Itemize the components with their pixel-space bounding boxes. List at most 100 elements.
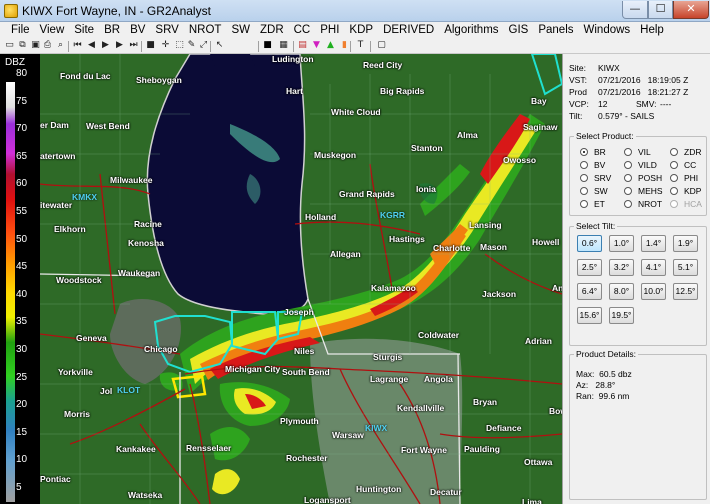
menu-cc[interactable]: CC bbox=[289, 22, 316, 39]
product-radio-kdp[interactable]: KDP bbox=[670, 186, 701, 196]
vst-label: VST: bbox=[569, 75, 587, 85]
product-radio-srv[interactable]: SRV bbox=[580, 173, 611, 183]
next-frame-icon[interactable]: ▶ bbox=[114, 40, 125, 51]
menu-bar: File View Site BR BV SRV NROT SW ZDR CC PHI KDP DERI… bbox=[0, 22, 710, 39]
color-table-icon[interactable]: ▤ bbox=[297, 40, 308, 51]
radar-site-label[interactable]: KMKX bbox=[72, 192, 97, 202]
radar-site-label[interactable]: KLOT bbox=[117, 385, 140, 395]
menu-view[interactable]: View bbox=[35, 22, 70, 39]
tilt-button[interactable]: 8.0° bbox=[609, 283, 634, 300]
product-radio-sw[interactable]: SW bbox=[580, 186, 608, 196]
product-radio-zdr[interactable]: ZDR bbox=[670, 147, 701, 157]
city-label: Huntington bbox=[356, 484, 402, 494]
menu-nrot[interactable]: NROT bbox=[184, 22, 227, 39]
crosshair-icon[interactable]: ✛ bbox=[160, 40, 171, 51]
radio-dot bbox=[670, 161, 678, 169]
menu-sw[interactable]: SW bbox=[226, 22, 255, 39]
tilt-button[interactable]: 3.2° bbox=[609, 259, 634, 276]
zoom-icon[interactable]: ⌕ bbox=[55, 40, 66, 51]
city-label: Saginaw bbox=[523, 122, 558, 132]
tilt-button[interactable]: 0.6° bbox=[577, 235, 602, 252]
city-label: Pontiac bbox=[40, 474, 71, 484]
maximize-button[interactable]: ☐ bbox=[648, 1, 673, 19]
city-label: Michigan City bbox=[225, 364, 281, 374]
tilt-button[interactable]: 19.5° bbox=[609, 307, 634, 324]
menu-srv[interactable]: SRV bbox=[150, 22, 183, 39]
tilt-button[interactable]: 2.5° bbox=[577, 259, 602, 276]
product-radio-label: SW bbox=[594, 186, 608, 196]
city-label: Watseka bbox=[128, 490, 163, 500]
scale-label: 55 bbox=[16, 206, 28, 217]
pointer-icon[interactable]: ↖ bbox=[214, 40, 225, 51]
radio-dot bbox=[624, 161, 632, 169]
product-radio-et[interactable]: ET bbox=[580, 199, 605, 209]
tilt-button[interactable]: 6.4° bbox=[577, 283, 602, 300]
placefile-icon[interactable]: ⬚ bbox=[174, 40, 185, 51]
minimize-button[interactable]: — bbox=[622, 1, 648, 19]
window-icon[interactable]: ▢ bbox=[376, 40, 387, 51]
tilt-button[interactable]: 1.0° bbox=[609, 235, 634, 252]
tilt-button[interactable]: 4.1° bbox=[641, 259, 666, 276]
menu-help[interactable]: Help bbox=[635, 22, 669, 39]
radar-site-label[interactable]: KIWX bbox=[365, 423, 387, 433]
green-triangle-icon[interactable]: ▲ bbox=[325, 40, 336, 51]
radar-map[interactable]: Fond du Lac Sheboygan West Bend er Dam atert… bbox=[40, 54, 562, 504]
open-icon[interactable]: ▭ bbox=[4, 40, 15, 51]
tilt-button[interactable]: 12.5° bbox=[673, 283, 698, 300]
product-radio-vild[interactable]: VILD bbox=[624, 160, 657, 170]
menu-site[interactable]: Site bbox=[69, 22, 99, 39]
menu-windows[interactable]: Windows bbox=[579, 22, 636, 39]
product-radio-label: CC bbox=[684, 160, 697, 170]
menu-br[interactable]: BR bbox=[99, 22, 125, 39]
product-radio-phi[interactable]: PHI bbox=[670, 173, 698, 183]
product-radio-bv[interactable]: BV bbox=[580, 160, 605, 170]
product-radio-label: ZDR bbox=[684, 147, 702, 157]
orange-rect-icon[interactable]: ▮ bbox=[339, 40, 350, 51]
product-radio-nrot[interactable]: NROT bbox=[624, 199, 662, 209]
stop-icon[interactable]: ■ bbox=[145, 40, 156, 51]
menu-gis[interactable]: GIS bbox=[504, 22, 534, 39]
copy-icon[interactable]: ⧉ bbox=[17, 40, 28, 51]
menu-phi[interactable]: PHI bbox=[315, 22, 344, 39]
tilt-button[interactable]: 1.9° bbox=[673, 235, 698, 252]
product-radio-vil[interactable]: VIL bbox=[624, 147, 651, 157]
radio-dot bbox=[580, 200, 588, 208]
measure-icon[interactable]: ⤢ bbox=[198, 40, 209, 51]
black-square-icon[interactable]: ■ bbox=[262, 40, 273, 51]
menu-algorithms[interactable]: Algorithms bbox=[439, 22, 503, 39]
scale-label: 65 bbox=[16, 150, 28, 162]
menu-kdp[interactable]: KDP bbox=[344, 22, 378, 39]
tilt-button[interactable]: 1.4° bbox=[641, 235, 666, 252]
menu-bv[interactable]: BV bbox=[125, 22, 150, 39]
tilt-button[interactable]: 15.6° bbox=[577, 307, 602, 324]
menu-derived[interactable]: DERIVED bbox=[378, 22, 439, 39]
toolbar-separator bbox=[68, 41, 69, 52]
close-button[interactable]: ✕ bbox=[673, 1, 709, 19]
tilt-button[interactable]: 10.0° bbox=[641, 283, 666, 300]
grid-icon[interactable]: ▦ bbox=[278, 40, 289, 51]
city-label: Rensselaer bbox=[186, 443, 232, 453]
prev-frame-icon[interactable]: ◀ bbox=[86, 40, 97, 51]
city-label: Grand Rapids bbox=[339, 189, 395, 199]
product-radio-posh[interactable]: POSH bbox=[624, 173, 662, 183]
save-icon[interactable]: ▣ bbox=[30, 40, 41, 51]
play-icon[interactable]: ▶ bbox=[100, 40, 111, 51]
product-radio-cc[interactable]: CC bbox=[670, 160, 696, 170]
text-tool-icon[interactable]: T bbox=[355, 40, 366, 51]
tool-icon[interactable]: ✎ bbox=[186, 40, 197, 51]
first-frame-icon[interactable]: ⏮ bbox=[72, 40, 83, 51]
tilt-button[interactable]: 5.1° bbox=[673, 259, 698, 276]
menu-file[interactable]: File bbox=[6, 22, 35, 39]
product-details-title: Product Details: bbox=[574, 349, 638, 359]
city-label: Jackson bbox=[482, 289, 517, 299]
last-frame-icon[interactable]: ⏭ bbox=[128, 40, 139, 51]
magenta-triangle-icon[interactable]: ▼ bbox=[311, 40, 322, 51]
scale-label: 20 bbox=[16, 399, 28, 411]
print-icon[interactable]: ⎙ bbox=[42, 40, 53, 51]
dbz-color-scale: DBZ 80 75 70 65 60 55 50 45 40 35 30 25 … bbox=[0, 54, 40, 504]
radar-site-label[interactable]: KGRR bbox=[380, 210, 405, 220]
menu-panels[interactable]: Panels bbox=[533, 22, 578, 39]
menu-zdr[interactable]: ZDR bbox=[255, 22, 289, 39]
product-radio-br[interactable]: BR bbox=[580, 147, 606, 157]
product-radio-mehs[interactable]: MEHS bbox=[624, 186, 663, 196]
